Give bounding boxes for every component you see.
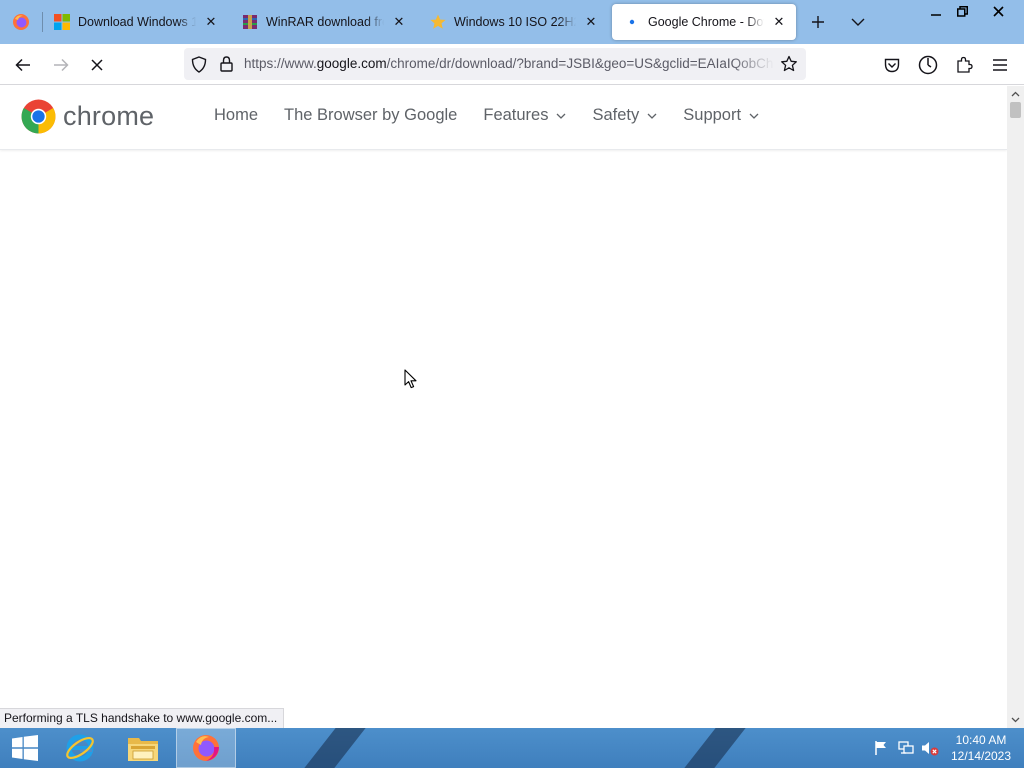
close-tab-icon[interactable]: ✕ — [768, 11, 790, 33]
chevron-down-icon — [749, 111, 759, 121]
speaker-muted-icon — [922, 742, 939, 756]
stop-loading-button[interactable] — [82, 50, 112, 80]
puzzle-icon — [957, 56, 973, 73]
nav-safety[interactable]: Safety — [592, 106, 657, 125]
back-button[interactable] — [8, 50, 38, 80]
network-status[interactable] — [895, 728, 917, 768]
scrollbar-thumb[interactable] — [1010, 102, 1021, 118]
close-tab-icon[interactable]: ✕ — [200, 11, 222, 33]
chrome-wordmark: chrome — [63, 101, 155, 131]
tab-download-windows[interactable]: Download Windows 10 ✕ — [42, 4, 228, 40]
web-page: chrome Home The Browser by Google Featur… — [0, 86, 1007, 708]
stop-icon — [91, 59, 103, 71]
restore-button[interactable] — [944, 0, 980, 22]
plus-icon — [812, 16, 824, 28]
folder-icon — [128, 738, 158, 761]
forward-button[interactable] — [46, 50, 76, 80]
chevron-down-icon — [851, 18, 865, 26]
loading-dot-icon — [629, 19, 635, 25]
winrar-icon — [243, 15, 257, 29]
tab-title: Download Windows 10 — [78, 15, 196, 29]
windows-start-icon — [12, 735, 38, 761]
list-all-tabs-button[interactable] — [846, 10, 870, 34]
downloads-button[interactable] — [913, 50, 943, 80]
network-icon — [898, 741, 914, 754]
vertical-scrollbar[interactable] — [1007, 86, 1024, 728]
chevron-down-icon — [647, 111, 657, 121]
firefox-icon — [13, 14, 29, 30]
firefox-view-button[interactable] — [0, 0, 42, 44]
shield-icon — [191, 55, 207, 73]
taskbar-firefox[interactable] — [176, 728, 236, 768]
site-header: chrome Home The Browser by Google Featur… — [0, 86, 1007, 150]
system-clock[interactable]: 10:40 AM 12/14/2023 — [946, 732, 1016, 764]
chrome-logo-icon — [21, 99, 56, 134]
tab-google-chrome[interactable]: Google Chrome - Download ✕ — [612, 4, 796, 40]
chevron-down-icon — [556, 111, 566, 121]
new-tab-button[interactable] — [806, 10, 830, 34]
mouse-cursor-icon — [404, 369, 417, 389]
tab-winrar[interactable]: WinRAR download free and support ✕ — [230, 4, 416, 40]
nav-home[interactable]: Home — [214, 106, 258, 125]
close-icon — [992, 5, 1004, 17]
navigation-toolbar: https://www.google.com/chrome/dr/downloa… — [0, 44, 1024, 85]
tab-title: Windows 10 ISO 22H2 Update — [454, 15, 576, 29]
scroll-up-arrow-icon[interactable] — [1007, 86, 1024, 102]
volume-control[interactable] — [919, 728, 941, 768]
url-text[interactable]: https://www.google.com/chrome/dr/downloa… — [244, 56, 774, 71]
action-center-flag[interactable] — [870, 728, 892, 768]
close-window-button[interactable] — [980, 0, 1016, 22]
scroll-down-arrow-icon[interactable] — [1007, 712, 1024, 728]
url-domain: google.com — [316, 56, 387, 71]
site-nav-menu: Home The Browser by Google Features Safe… — [214, 106, 785, 125]
close-tab-icon[interactable]: ✕ — [388, 11, 410, 33]
restore-icon — [956, 5, 968, 17]
app-menu-button[interactable] — [985, 50, 1015, 80]
extensions-button[interactable] — [949, 50, 979, 80]
minimize-icon — [931, 14, 941, 16]
nav-support[interactable]: Support — [683, 106, 759, 125]
star-icon — [430, 14, 446, 29]
clock-time: 10:40 AM — [955, 733, 1007, 747]
flag-icon — [875, 741, 886, 755]
pocket-button[interactable] — [877, 50, 907, 80]
address-bar[interactable]: https://www.google.com/chrome/dr/downloa… — [184, 48, 806, 80]
tab-title: Google Chrome - Download — [648, 15, 764, 29]
site-info-button[interactable] — [216, 53, 236, 75]
nav-label: Home — [214, 106, 259, 124]
nav-label: Features — [483, 106, 549, 124]
hamburger-menu-icon — [993, 59, 1007, 71]
lock-icon — [219, 56, 233, 72]
status-panel: Performing a TLS handshake to www.google… — [0, 708, 285, 728]
url-prefix: https://www. — [244, 56, 317, 71]
taskbar-decoration — [304, 728, 366, 768]
url-path: /chrome/dr/download/?brand=JSBI&geo=US&g… — [386, 56, 774, 71]
taskbar-decoration — [684, 728, 746, 768]
start-button[interactable] — [0, 728, 50, 768]
nav-features[interactable]: Features — [483, 106, 566, 125]
nav-label: Safety — [592, 106, 640, 124]
nav-browser-by-google[interactable]: The Browser by Google — [284, 106, 457, 125]
taskbar-file-explorer[interactable] — [113, 728, 173, 768]
nav-label: Support — [683, 106, 742, 124]
windows-taskbar: 10:40 AM 12/14/2023 — [0, 728, 1024, 768]
internet-explorer-icon — [66, 734, 94, 762]
bookmark-star-icon — [781, 55, 797, 72]
tab-windows-iso[interactable]: Windows 10 ISO 22H2 Update ✕ — [418, 4, 608, 40]
clock-date: 12/14/2023 — [950, 749, 1012, 763]
taskbar-internet-explorer[interactable] — [50, 728, 110, 768]
bookmark-button[interactable] — [778, 53, 800, 75]
pocket-icon — [884, 58, 900, 72]
forward-arrow-icon — [54, 58, 69, 72]
chrome-logo-link[interactable]: chrome — [20, 98, 154, 135]
back-arrow-icon — [15, 58, 30, 72]
firefox-icon — [193, 735, 219, 761]
close-tab-icon[interactable]: ✕ — [580, 11, 602, 33]
tracking-protection-button[interactable] — [188, 53, 210, 75]
windows-logo-icon — [54, 14, 70, 30]
download-progress-icon — [918, 55, 938, 75]
tab-strip: Download Windows 10 ✕ WinRAR download fr… — [0, 0, 1024, 44]
tab-title: WinRAR download free and support — [266, 15, 384, 29]
nav-label: The Browser by Google — [284, 106, 458, 124]
